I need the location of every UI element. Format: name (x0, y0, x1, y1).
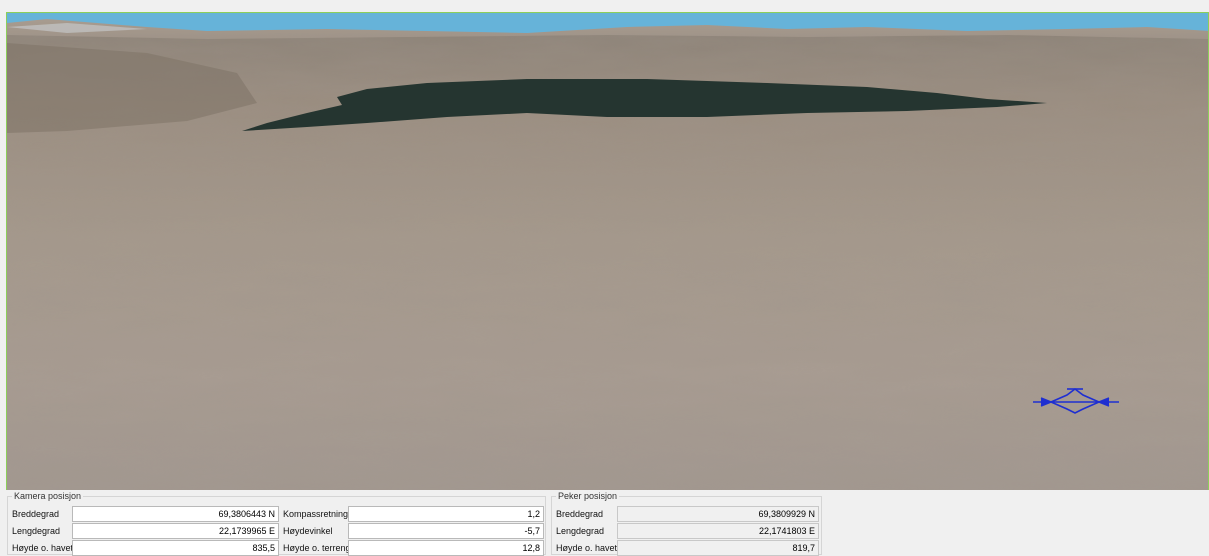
camera-lon-label: Lengdegrad (12, 526, 61, 536)
camera-tilt-label: Høydevinkel (283, 526, 333, 536)
pointer-alt-field: 819,7 (617, 540, 819, 556)
camera-terrain-field[interactable]: 12,8 (348, 540, 544, 556)
pointer-lon-label: Lengdegrad (556, 526, 605, 536)
3d-terrain-viewport[interactable] (6, 12, 1209, 490)
camera-lat-label: Breddegrad (12, 509, 60, 519)
camera-alt-label: Høyde o. havet (12, 543, 74, 553)
pointer-alt-label: Høyde o. havet (556, 543, 618, 553)
camera-terrain-label: Høyde o. terreng (283, 543, 351, 553)
terrain-scene (7, 13, 1208, 490)
status-panel: Kamera posisjon Breddegrad 69,3806443 N … (0, 490, 1209, 556)
pointer-lat-field: 69,3809929 N (617, 506, 819, 522)
camera-group-title: Kamera posisjon (14, 491, 82, 501)
pointer-lat-label: Breddegrad (556, 509, 604, 519)
pointer-group-title: Peker posisjon (558, 491, 618, 501)
pointer-lon-field: 22,1741803 E (617, 523, 819, 539)
camera-heading-label: Kompassretning (283, 509, 349, 519)
camera-lon-field[interactable]: 22,1739965 E (72, 523, 279, 539)
camera-alt-field[interactable]: 835,5 (72, 540, 279, 556)
camera-tilt-field[interactable]: -5,7 (348, 523, 544, 539)
camera-heading-field[interactable]: 1,2 (348, 506, 544, 522)
camera-lat-field[interactable]: 69,3806443 N (72, 506, 279, 522)
